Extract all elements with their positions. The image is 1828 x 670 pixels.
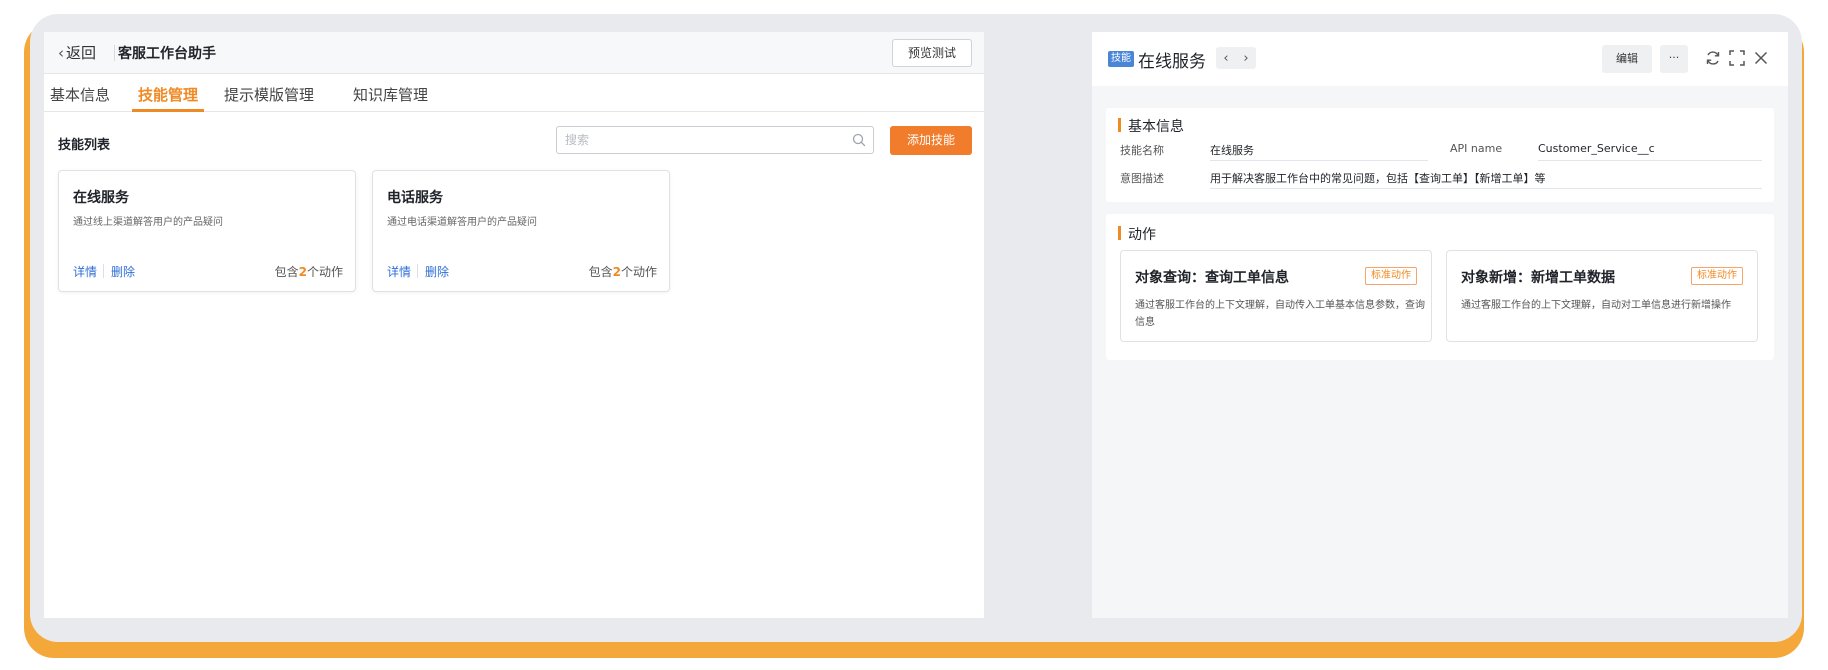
action-count-suffix: 个动作 [620,265,657,279]
window-frame: ‹ 返回 客服工作台助手 预览测试 基本信息 技能管理 提示模版管理 知识库管理… [30,14,1802,642]
skill-card-title: 电话服务 [387,190,443,206]
search-box [556,126,874,154]
refresh-icon[interactable] [1704,49,1722,67]
action-count-number: 2 [298,265,307,279]
action-count: 包含2个动作 [275,263,343,280]
detail-link[interactable]: 详情 [387,263,411,280]
assistant-config-panel: ‹ 返回 客服工作台助手 预览测试 基本信息 技能管理 提示模版管理 知识库管理… [44,32,984,618]
chevron-right-icon[interactable]: › [1243,51,1248,66]
record-navigator: ‹ › [1216,47,1256,69]
more-button[interactable]: ··· [1660,45,1688,73]
chevron-left-icon[interactable]: ‹ [1223,51,1228,66]
tab-skill-management[interactable]: 技能管理 [138,84,198,105]
fullscreen-icon[interactable] [1728,49,1746,67]
action-count-prefix: 包含 [588,265,613,279]
divider [1210,188,1762,189]
action-card[interactable]: 对象新增：新增工单数据 标准动作 通过客服工作台的上下文理解，自动对工单信息进行… [1446,250,1758,342]
top-bar: ‹ 返回 客服工作台助手 预览测试 [44,32,984,74]
add-skill-button[interactable]: 添加技能 [890,126,972,155]
skill-badge: 技能 [1108,51,1134,67]
action-card[interactable]: 对象查询：查询工单信息 标准动作 通过客服工作台的上下文理解，自动传入工单基本信… [1120,250,1432,342]
basic-info-section: 基本信息 技能名称 在线服务 API name Customer_Service… [1106,108,1774,202]
skill-name-label: 技能名称 [1120,144,1164,157]
action-count-number: 2 [612,265,621,279]
action-count-suffix: 个动作 [306,265,343,279]
action-card-description: 通过客服工作台的上下文理解，自动传入工单基本信息参数，查询信息 [1135,300,1425,328]
detail-link[interactable]: 详情 [73,263,97,280]
standard-action-tag: 标准动作 [1691,267,1743,285]
api-name-value: Customer_Service__c [1538,142,1655,155]
delete-link[interactable]: 删除 [111,263,135,280]
divider [1210,160,1428,161]
divider [417,264,418,278]
skill-card-title: 在线服务 [73,190,129,206]
close-icon[interactable] [1752,49,1770,67]
tab-prompt-templates[interactable]: 提示模版管理 [224,84,314,105]
search-input[interactable] [557,127,837,153]
tab-bar: 基本信息 技能管理 提示模版管理 知识库管理 [44,76,984,112]
skill-card-description: 通过电话渠道解答用户的产品疑问 [387,217,537,228]
basic-info-title: 基本信息 [1118,116,1184,136]
intent-value: 用于解决客服工作台中的常见问题，包括【查询工单】【新增工单】等 [1210,172,1546,185]
action-count-prefix: 包含 [274,265,299,279]
page-title: 客服工作台助手 [118,46,216,62]
skill-card[interactable]: 在线服务 通过线上渠道解答用户的产品疑问 详情 删除 包含2个动作 [58,170,356,292]
action-card-title: 对象新增：新增工单数据 [1461,270,1615,286]
detail-title: 在线服务 [1138,52,1206,72]
divider [114,45,115,61]
chevron-left-icon: ‹ [58,43,64,62]
search-icon[interactable] [851,132,867,148]
back-button[interactable]: ‹ 返回 [58,42,96,63]
skill-detail-panel: 技能 在线服务 ‹ › 编辑 ··· 基本信息 技能名称 在线服务 API na… [1092,32,1788,618]
detail-header: 技能 在线服务 ‹ › 编辑 ··· [1092,32,1788,86]
delete-link[interactable]: 删除 [425,263,449,280]
active-tab-indicator [132,109,204,112]
skill-list-title: 技能列表 [58,138,111,153]
action-count: 包含2个动作 [589,263,657,280]
tab-basic-info[interactable]: 基本信息 [50,84,110,105]
skill-name-value: 在线服务 [1210,144,1254,157]
actions-title: 动作 [1118,224,1156,244]
divider [1538,160,1762,161]
actions-section: 动作 对象查询：查询工单信息 标准动作 通过客服工作台的上下文理解，自动传入工单… [1106,214,1774,360]
action-card-description: 通过客服工作台的上下文理解，自动对工单信息进行新增操作 [1461,300,1731,311]
divider [103,264,104,278]
api-name-label: API name [1450,142,1503,155]
back-label: 返回 [66,44,97,62]
preview-test-button[interactable]: 预览测试 [892,39,972,67]
standard-action-tag: 标准动作 [1365,267,1417,285]
action-card-title: 对象查询：查询工单信息 [1135,270,1289,286]
edit-button[interactable]: 编辑 [1602,45,1652,73]
tab-knowledge-base[interactable]: 知识库管理 [353,84,428,105]
skill-card[interactable]: 电话服务 通过电话渠道解答用户的产品疑问 详情 删除 包含2个动作 [372,170,670,292]
skill-card-description: 通过线上渠道解答用户的产品疑问 [73,217,223,228]
intent-label: 意图描述 [1120,172,1164,185]
